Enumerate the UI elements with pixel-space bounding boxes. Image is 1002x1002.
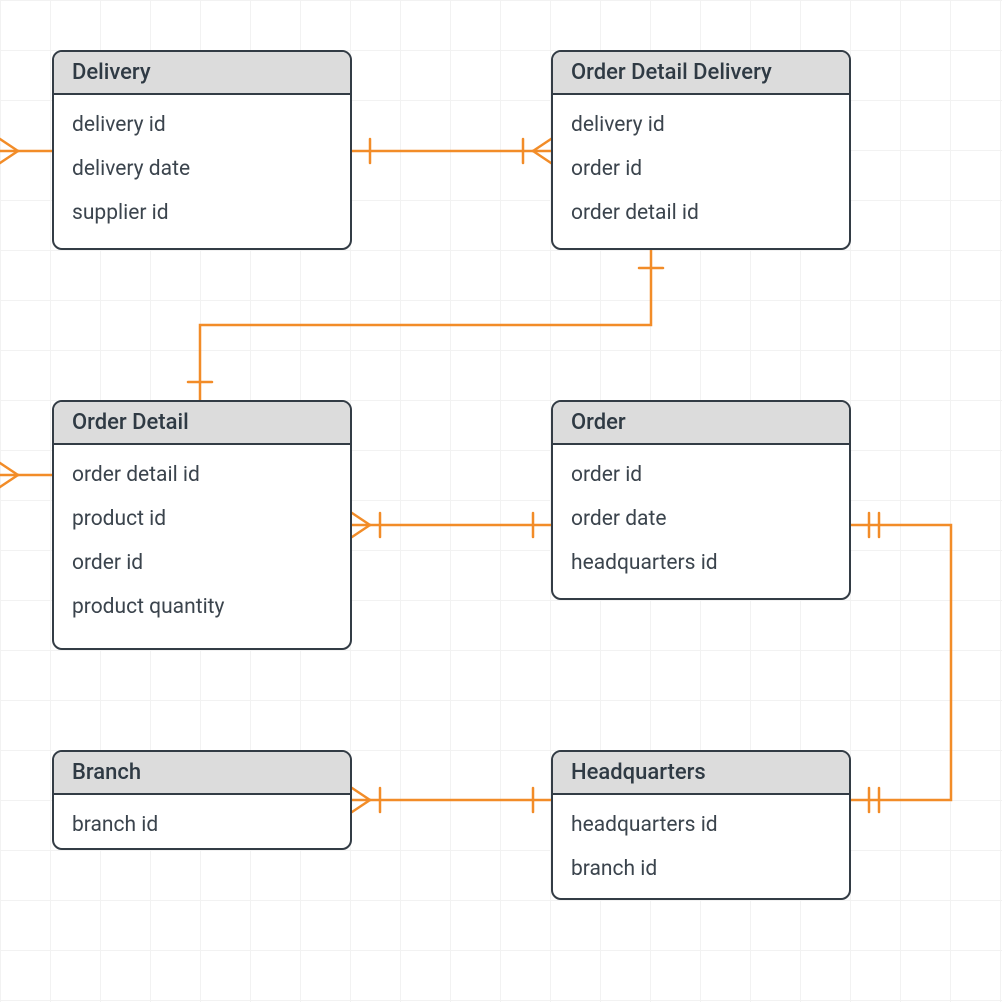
entity-title: Order Detail [72,410,189,435]
entity-title: Delivery [72,60,151,85]
entity-delivery[interactable]: Delivery delivery id delivery date suppl… [52,50,352,250]
entity-headquarters[interactable]: Headquarters headquarters id branch id [551,750,851,900]
entity-body: branch id [54,795,350,850]
entity-order-detail-delivery[interactable]: Order Detail Delivery delivery id order … [551,50,851,250]
entity-body: delivery id order id order detail id [553,95,849,249]
entity-title: Order Detail Delivery [571,60,772,85]
entity-attr: delivery date [72,147,332,191]
entity-attr: headquarters id [571,803,831,847]
entity-title: Headquarters [571,760,706,785]
entity-header: Branch [54,752,350,795]
entity-attr: order date [571,497,831,541]
entity-attr: product quantity [72,585,332,629]
diagram-canvas[interactable]: Delivery delivery id delivery date suppl… [0,0,1002,1002]
entity-attr: delivery id [571,103,831,147]
entity-branch[interactable]: Branch branch id [52,750,352,850]
entity-body: order id order date headquarters id [553,445,849,599]
entity-order-detail[interactable]: Order Detail order detail id product id … [52,400,352,650]
entity-attr: order id [571,453,831,497]
entity-attr: order id [571,147,831,191]
entity-header: Order [553,402,849,445]
entity-attr: branch id [571,847,831,891]
entity-attr: branch id [72,803,332,847]
entity-body: order detail id product id order id prod… [54,445,350,643]
entity-header: Delivery [54,52,350,95]
entity-attr: order id [72,541,332,585]
entity-attr: supplier id [72,191,332,235]
entity-title: Order [571,410,626,435]
entity-order[interactable]: Order order id order date headquarters i… [551,400,851,600]
entity-attr: delivery id [72,103,332,147]
entity-body: headquarters id branch id [553,795,849,900]
entity-title: Branch [72,760,141,785]
entity-header: Order Detail [54,402,350,445]
entity-attr: order detail id [571,191,831,235]
entity-attr: headquarters id [571,541,831,585]
entity-header: Headquarters [553,752,849,795]
entity-attr: order detail id [72,453,332,497]
entity-body: delivery id delivery date supplier id [54,95,350,249]
entity-attr: product id [72,497,332,541]
rel-odd-orderdetail [200,250,651,400]
rel-order-hq [851,525,951,800]
entity-header: Order Detail Delivery [553,52,849,95]
